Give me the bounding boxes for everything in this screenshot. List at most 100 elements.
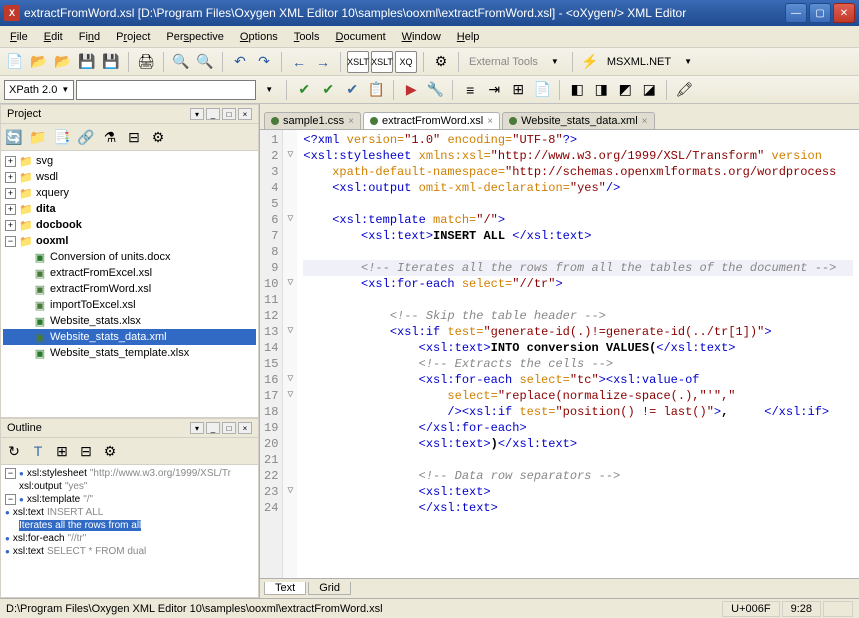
menu-find[interactable]: Find	[71, 29, 108, 45]
tree-folder[interactable]: +📁wsdl	[3, 169, 256, 185]
misc2-icon[interactable]: ◪	[638, 79, 660, 101]
outline-close-icon[interactable]: ×	[238, 422, 252, 434]
expand-icon[interactable]: +	[5, 188, 16, 199]
outline-gear-icon[interactable]: ⚙	[99, 440, 121, 462]
tree-folder[interactable]: +📁xquery	[3, 185, 256, 201]
close-tab-icon[interactable]: ×	[348, 116, 354, 127]
comment-icon[interactable]: ◨	[590, 79, 612, 101]
panel-max-icon[interactable]: □	[222, 108, 236, 120]
highlight-icon[interactable]: 🖍	[673, 79, 695, 101]
expand-icon[interactable]: +	[5, 156, 16, 167]
replace-icon[interactable]: 🔍	[194, 51, 216, 73]
menu-options[interactable]: Options	[232, 29, 286, 45]
panel-close-icon[interactable]: ×	[238, 108, 252, 120]
debug-icon[interactable]: 🔧	[424, 79, 446, 101]
tab-grid-view[interactable]: Grid	[308, 582, 351, 595]
outline-update-icon[interactable]: ↻	[3, 440, 25, 462]
tree-file[interactable]: ▣Website_stats_template.xlsx	[3, 345, 256, 361]
editor-tab[interactable]: Website_stats_data.xml×	[502, 112, 654, 129]
outline-menu-icon[interactable]: ▾	[190, 422, 204, 434]
close-button[interactable]: ✕	[833, 3, 855, 23]
outline-tree-icon[interactable]: ⊞	[51, 440, 73, 462]
menu-window[interactable]: Window	[394, 29, 449, 45]
panel-min-icon[interactable]: _	[206, 108, 220, 120]
menu-perspective[interactable]: Perspective	[158, 29, 231, 45]
expand-icon[interactable]: −	[5, 468, 16, 479]
run-icon[interactable]: ▶	[400, 79, 422, 101]
engine-icon[interactable]: ⚡	[579, 51, 601, 73]
new-folder-icon[interactable]: 📁	[27, 126, 49, 148]
doc-icon[interactable]: 📄	[531, 79, 553, 101]
code-editor[interactable]: 123456789101112131415161718192021222324 …	[260, 130, 859, 578]
tree-folder[interactable]: +📁svg	[3, 153, 256, 169]
save-all-icon[interactable]: 💾	[100, 51, 122, 73]
xpath-version-select[interactable]: XPath 2.0 ▼	[4, 80, 74, 100]
maximize-button[interactable]: ▢	[809, 3, 831, 23]
code-content[interactable]: <?xml version="1.0" encoding="UTF-8"?><x…	[297, 130, 859, 578]
outline-node[interactable]: xsl:output "yes"	[3, 480, 256, 493]
new-file-icon[interactable]: 📄	[4, 51, 26, 73]
project-tree[interactable]: +📁svg+📁wsdl+📁xquery+📁dita+📁docbook−📁ooxm…	[1, 151, 258, 417]
tree-folder[interactable]: +📁dita	[3, 201, 256, 217]
outline-node[interactable]: Iterates all the rows from all	[3, 519, 256, 532]
editor-tab[interactable]: extractFromWord.xsl×	[363, 112, 500, 129]
tree-file[interactable]: ▣importToExcel.xsl	[3, 297, 256, 313]
menu-file[interactable]: File	[2, 29, 36, 45]
forward-icon[interactable]: →	[312, 51, 334, 73]
outline-max-icon[interactable]: □	[222, 422, 236, 434]
config-icon[interactable]: ⚙	[430, 51, 452, 73]
editor-tab[interactable]: sample1.css×	[264, 112, 361, 129]
menu-help[interactable]: Help	[449, 29, 488, 45]
outline-node[interactable]: −●xsl:stylesheet"http://www.w3.org/1999/…	[3, 467, 256, 480]
tree-icon[interactable]: ⊞	[507, 79, 529, 101]
menu-tools[interactable]: Tools	[286, 29, 328, 45]
outline-min-icon[interactable]: _	[206, 422, 220, 434]
tree-file[interactable]: ▣extractFromExcel.xsl	[3, 265, 256, 281]
search-icon[interactable]: 🔍	[170, 51, 192, 73]
tag-icon[interactable]: ◧	[566, 79, 588, 101]
tab-text-view[interactable]: Text	[264, 582, 306, 595]
engine-dropdown-chevron-icon[interactable]: ▼	[677, 51, 699, 73]
refresh-icon[interactable]: 🔄	[3, 126, 25, 148]
validate-icon[interactable]: ✔	[293, 79, 315, 101]
panel-menu-icon[interactable]: ▾	[190, 108, 204, 120]
redo-icon[interactable]: ↷	[253, 51, 275, 73]
link-icon[interactable]: 🔗	[75, 126, 97, 148]
tree-file[interactable]: ▣extractFromWord.xsl	[3, 281, 256, 297]
expand-icon[interactable]: −	[5, 236, 16, 247]
outline-tree[interactable]: −●xsl:stylesheet"http://www.w3.org/1999/…	[1, 465, 258, 597]
print-icon[interactable]: 🖨	[135, 51, 157, 73]
tree-folder[interactable]: −📁ooxml	[3, 233, 256, 249]
misc1-icon[interactable]: ◩	[614, 79, 636, 101]
open-url-icon[interactable]: 📂	[52, 51, 74, 73]
gear-icon[interactable]: ⚙	[147, 126, 169, 148]
format-icon[interactable]: ≡	[459, 79, 481, 101]
close-tab-icon[interactable]: ×	[642, 116, 648, 127]
outline-filter-icon[interactable]: ⊟	[75, 440, 97, 462]
xpath-dropdown-icon[interactable]: ▼	[258, 79, 280, 101]
xslt-icon[interactable]: XSLT	[347, 51, 369, 73]
outline-text-icon[interactable]: T	[27, 440, 49, 462]
open-file-icon[interactable]: 📂	[28, 51, 50, 73]
schema-icon[interactable]: 📋	[365, 79, 387, 101]
xpath-input[interactable]	[76, 80, 256, 100]
add-file-icon[interactable]: 📑	[51, 126, 73, 148]
undo-icon[interactable]: ↶	[229, 51, 251, 73]
filter-icon[interactable]: ⚗	[99, 126, 121, 148]
indent-icon[interactable]: ⇥	[483, 79, 505, 101]
expand-icon[interactable]: +	[5, 204, 16, 215]
tree-file[interactable]: ▣Website_stats_data.xml	[3, 329, 256, 345]
outline-node[interactable]: −●xsl:template "/"	[3, 493, 256, 506]
fold-gutter[interactable]: ▽ ▽ ▽ ▽ ▽▽ ▽	[283, 130, 297, 578]
tree-file[interactable]: ▣Conversion of units.docx	[3, 249, 256, 265]
collapse-icon[interactable]: ⊟	[123, 126, 145, 148]
save-icon[interactable]: 💾	[76, 51, 98, 73]
minimize-button[interactable]: —	[785, 3, 807, 23]
close-tab-icon[interactable]: ×	[487, 116, 493, 127]
tree-folder[interactable]: +📁docbook	[3, 217, 256, 233]
outline-node[interactable]: ●xsl:text INSERT ALL	[3, 506, 256, 519]
menu-document[interactable]: Document	[328, 29, 394, 45]
tree-file[interactable]: ▣Website_stats.xlsx	[3, 313, 256, 329]
engine-dropdown[interactable]: MSXML.NET	[603, 56, 675, 68]
outline-node[interactable]: ●xsl:for-each "//tr"	[3, 532, 256, 545]
